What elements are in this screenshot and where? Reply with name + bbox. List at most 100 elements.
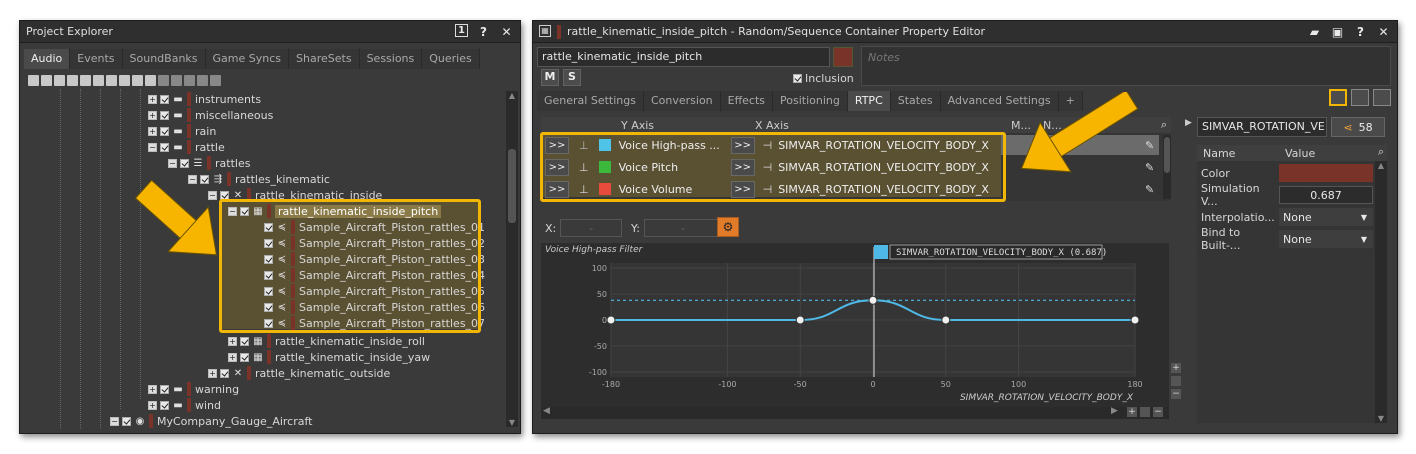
tree-row-mycompany-gauge-aircraft[interactable]: − ◉ MyCompany_Gauge_Aircraft xyxy=(110,413,312,429)
color-value-swatch[interactable] xyxy=(1279,164,1373,182)
expand-icon[interactable]: + xyxy=(148,94,157,104)
music-switch-icon[interactable] xyxy=(184,74,195,86)
mute-button[interactable]: M xyxy=(541,69,559,86)
zoom-in-icon[interactable]: + xyxy=(1127,407,1137,417)
search-icon[interactable]: ⌕ xyxy=(1378,145,1384,159)
scroll-left-icon[interactable]: ◀ xyxy=(543,406,550,416)
edit-icon[interactable]: ✎ xyxy=(1145,183,1154,196)
tab-sharesets[interactable]: ShareSets xyxy=(289,49,360,69)
collapse-icon[interactable]: − xyxy=(110,416,119,426)
color-picker-button[interactable] xyxy=(833,47,853,67)
sound-voice-icon[interactable] xyxy=(145,74,156,86)
scroll-down-icon[interactable]: ▼ xyxy=(1375,414,1387,423)
zoom-fit-icon[interactable] xyxy=(1140,407,1150,417)
sound-sfx-icon[interactable] xyxy=(132,74,143,86)
music-icon[interactable] xyxy=(158,74,169,86)
graph-hscrollbar[interactable]: ◀ ▶ + − xyxy=(541,406,1169,419)
checkbox[interactable] xyxy=(160,110,169,120)
layout-split-horizontal-icon[interactable] xyxy=(1373,89,1391,106)
tree-row-rattle-kinematic-inside-yaw[interactable]: + ▦ rattle_kinematic_inside_yaw xyxy=(228,349,430,365)
auto-zoom-button[interactable]: ⚙ xyxy=(717,217,739,237)
explorer-scrollbar[interactable]: ▲ ▼ xyxy=(506,91,518,427)
blend-container-icon[interactable] xyxy=(119,74,130,86)
tab-conversion[interactable]: Conversion xyxy=(643,91,721,111)
scroll-thumb[interactable] xyxy=(508,149,516,223)
tab-states[interactable]: States xyxy=(890,91,941,111)
layout-split-vertical-icon[interactable] xyxy=(1351,89,1369,106)
zoom-fit-icon[interactable] xyxy=(1171,376,1181,386)
checkbox[interactable] xyxy=(180,158,189,168)
checkbox[interactable] xyxy=(160,400,169,410)
checkbox[interactable] xyxy=(160,126,169,136)
checkbox[interactable] xyxy=(240,352,249,362)
y-value-input[interactable]: - xyxy=(643,219,722,237)
expand-icon[interactable]: + xyxy=(228,352,237,362)
work-unit-icon[interactable] xyxy=(28,74,39,86)
zoom-out-icon[interactable]: − xyxy=(1153,407,1163,417)
bind-builtin-select[interactable]: None ▼ xyxy=(1279,230,1373,248)
close-icon[interactable]: ✕ xyxy=(499,24,514,39)
close-icon[interactable]: ✕ xyxy=(1376,24,1391,39)
interpolation-select[interactable]: None ▼ xyxy=(1279,208,1373,226)
expand-icon[interactable]: + xyxy=(148,126,157,136)
x-value-input[interactable]: - xyxy=(560,219,623,237)
expand-icon[interactable]: + xyxy=(148,110,157,120)
random-container-icon[interactable] xyxy=(80,74,91,86)
help-icon[interactable]: ? xyxy=(1353,24,1368,39)
actor-mixer-icon[interactable] xyxy=(67,74,78,86)
checkbox[interactable] xyxy=(220,368,229,378)
tree-row-warning[interactable]: + ▬ warning xyxy=(148,381,239,397)
music-track-icon[interactable] xyxy=(171,74,182,86)
inclusion-checkbox[interactable]: Inclusion xyxy=(793,72,854,85)
music-segment-icon[interactable] xyxy=(210,74,221,86)
scroll-thumb[interactable] xyxy=(1164,137,1170,173)
tree-row-instruments[interactable]: + ▬ instruments xyxy=(148,91,261,107)
checkbox[interactable] xyxy=(160,384,169,394)
checkbox[interactable] xyxy=(160,142,169,152)
switch-container-icon[interactable] xyxy=(106,74,117,86)
notes-field[interactable]: Notes xyxy=(861,46,1391,86)
expand-icon[interactable]: + xyxy=(208,368,217,378)
folder-icon[interactable] xyxy=(41,74,52,86)
music-playlist-icon[interactable] xyxy=(197,74,208,86)
expand-icon[interactable]: + xyxy=(148,384,157,394)
tree-row-wind[interactable]: + ▬ wind xyxy=(148,397,221,413)
sequence-container-icon[interactable] xyxy=(93,74,104,86)
grid-scrollbar[interactable] xyxy=(1163,135,1171,199)
tree-row-rattle[interactable]: − ▬ rattle xyxy=(148,139,225,155)
expand-icon[interactable]: + xyxy=(148,400,157,410)
folder-open-icon[interactable]: ▰ xyxy=(1307,24,1322,39)
rtpc-name-field[interactable]: SIMVAR_ROTATION_VE xyxy=(1197,117,1327,137)
checkbox[interactable] xyxy=(240,336,249,346)
property-table-scrollbar[interactable]: ▲ ▼ xyxy=(1375,161,1387,423)
checkbox[interactable] xyxy=(122,416,131,426)
collapse-icon[interactable]: − xyxy=(148,142,157,152)
collapse-icon[interactable]: − xyxy=(168,158,177,168)
simulation-value-input[interactable]: 0.687 xyxy=(1279,186,1373,204)
scroll-down-icon[interactable]: ▼ xyxy=(506,418,518,427)
layout-single-icon[interactable] xyxy=(1329,89,1347,106)
pin-number-icon[interactable]: 1 xyxy=(455,24,468,37)
tree-row-rattle-kinematic-inside-roll[interactable]: + ▦ rattle_kinematic_inside_roll xyxy=(228,333,425,349)
tab-audio[interactable]: Audio xyxy=(24,49,71,69)
tab-events[interactable]: Events xyxy=(70,49,123,69)
scroll-right-icon[interactable]: ▶ xyxy=(1111,406,1118,416)
scroll-up-icon[interactable]: ▲ xyxy=(506,91,518,100)
solo-button[interactable]: S xyxy=(563,69,581,86)
tab-effects[interactable]: Effects xyxy=(720,91,774,111)
checkbox[interactable] xyxy=(160,94,169,104)
tab-queries[interactable]: Queries xyxy=(422,49,480,69)
tree-row-rattles[interactable]: − ☰ rattles xyxy=(168,155,250,171)
rtpc-curve-graph[interactable]: -180 -100 -50 0 50 100 180 100 50 0 -50 -100 SIMVAR_… xyxy=(541,243,1169,407)
expand-arrow-icon[interactable]: ▶ xyxy=(1185,118,1192,128)
tab-soundbanks[interactable]: SoundBanks xyxy=(122,49,206,69)
scroll-up-icon[interactable]: ▲ xyxy=(1375,161,1387,170)
search-icon[interactable]: ⌕ xyxy=(1161,118,1167,132)
tab-general-settings[interactable]: General Settings xyxy=(537,91,644,111)
tree-row-miscellaneous[interactable]: + ▬ miscellaneous xyxy=(148,107,273,123)
tab-game-syncs[interactable]: Game Syncs xyxy=(205,49,290,69)
tree-row-rattle-kinematic-outside[interactable]: + ✕ rattle_kinematic_outside xyxy=(208,365,390,381)
zoom-in-icon[interactable]: + xyxy=(1171,363,1181,373)
help-icon[interactable]: ? xyxy=(476,24,491,39)
tab-positioning[interactable]: Positioning xyxy=(773,91,848,111)
